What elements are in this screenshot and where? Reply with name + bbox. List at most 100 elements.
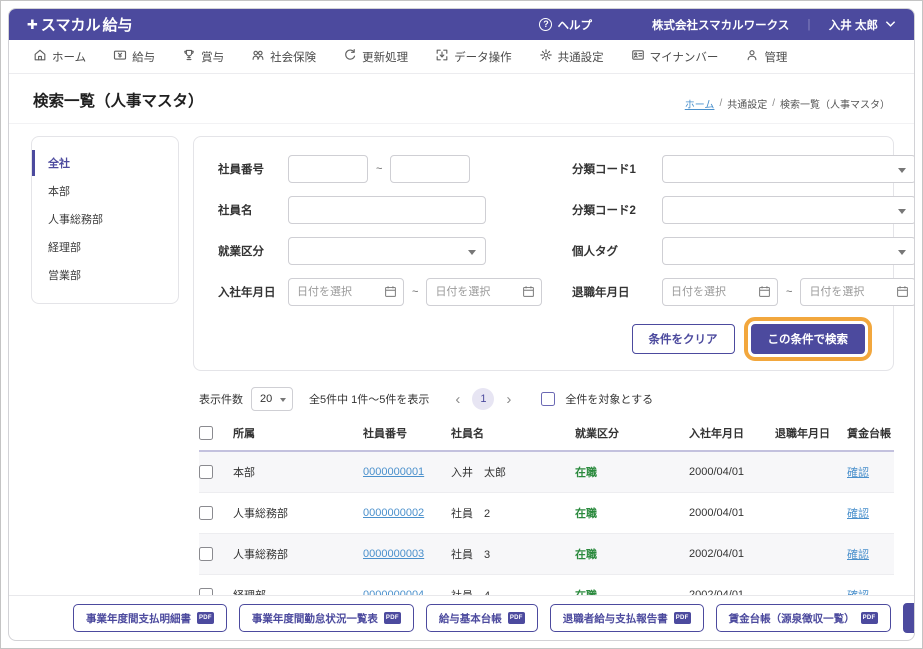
- retiree-payment-report-button[interactable]: 退職者給与支払報告書 PDF: [550, 604, 704, 632]
- wage-ledger-confirm-link[interactable]: 確認: [847, 505, 894, 521]
- main-panel: 社員番号 ~ 分類コード1 社員名 分類コード2: [193, 136, 894, 595]
- button-label: 退職者給与支払報告書: [563, 611, 668, 626]
- employee-number-link[interactable]: 0000000001: [363, 466, 451, 478]
- nav-item-payroll[interactable]: 給与: [113, 48, 155, 65]
- hire-date-to-input[interactable]: [426, 278, 542, 306]
- wage-ledger-confirm-link[interactable]: 確認: [847, 464, 894, 480]
- cell-employee-name: 社員 4: [451, 587, 575, 595]
- payroll-icon: [113, 48, 127, 65]
- button-label: 事業年度間勤怠状況一覧表: [252, 611, 378, 626]
- sidebar-item-headquarters[interactable]: 本部: [32, 178, 178, 204]
- status-badge: 在職: [575, 505, 689, 521]
- employment-type-label: 就業区分: [218, 243, 282, 259]
- pdf-icon: PDF: [197, 612, 214, 624]
- page-size-label: 表示件数: [199, 391, 243, 407]
- fiscal-year-payment-statement-button[interactable]: 事業年度間支払明細書 PDF: [73, 604, 227, 632]
- nav-item-common-settings[interactable]: 共通設定: [539, 48, 604, 65]
- breadcrumb-home-link[interactable]: ホーム: [685, 96, 715, 111]
- table-row: 人事総務部 0000000002 社員 2 在職 2000/04/01 確認: [199, 493, 894, 534]
- pdf-icon: PDF: [508, 612, 525, 624]
- hire-date-label: 入社年月日: [218, 284, 282, 300]
- personal-tag-select[interactable]: [662, 237, 914, 265]
- pdf-icon: PDF: [674, 612, 691, 624]
- logo-brand-text: スマカル: [41, 14, 101, 35]
- caret-down-icon: [280, 398, 286, 402]
- status-badge: 在職: [575, 587, 689, 595]
- update-refresh-icon: [343, 48, 357, 65]
- breadcrumb: ホーム / 共通設定 / 検索一覧（人事マスタ）: [685, 96, 890, 111]
- user-menu[interactable]: 入井 太郎: [829, 17, 896, 33]
- nav-item-mynumber[interactable]: マイナンバー: [631, 48, 719, 65]
- clear-conditions-button[interactable]: 条件をクリア: [632, 324, 735, 354]
- cell-hire-date: 2000/04/01: [689, 466, 775, 478]
- payroll-basic-ledger-button[interactable]: 給与基本台帳 PDF: [426, 604, 538, 632]
- select-all-rows-checkbox[interactable]: [199, 426, 213, 440]
- social-insurance-people-icon: [251, 48, 265, 65]
- wage-ledger-withholding-list-button[interactable]: 賃金台帳（源泉徴収一覧） PDF: [716, 604, 891, 632]
- nav-label: 更新処理: [362, 49, 408, 65]
- row-checkbox[interactable]: [199, 465, 213, 479]
- fiscal-year-attendance-list-button[interactable]: 事業年度間勤怠状況一覧表 PDF: [239, 604, 414, 632]
- page-size-select[interactable]: 20: [251, 387, 293, 411]
- retire-date-from-input[interactable]: [662, 278, 778, 306]
- sidebar-item-all-company[interactable]: 全社: [32, 150, 178, 176]
- bonus-trophy-icon: [182, 48, 196, 65]
- row-checkbox[interactable]: [199, 506, 213, 520]
- nav-item-update[interactable]: 更新処理: [343, 48, 408, 65]
- retire-date-to-input[interactable]: [800, 278, 914, 306]
- form-buttons: 条件をクリア この条件で検索: [218, 324, 871, 354]
- employee-name-input[interactable]: [288, 196, 486, 224]
- caret-down-icon: [898, 168, 906, 173]
- cell-department: 経理部: [233, 587, 363, 595]
- page-number[interactable]: 1: [472, 388, 494, 410]
- screenshot-frame: ✚スマカル給与 ? ヘルプ 株式会社スマカルワークス ｜ 入井 太郎 ホーム 給…: [0, 0, 923, 649]
- range-separator: ~: [376, 163, 382, 175]
- sidebar-item-hr-general-affairs[interactable]: 人事総務部: [32, 206, 178, 232]
- employee-number-from-input[interactable]: [288, 155, 368, 183]
- sidebar-item-sales[interactable]: 営業部: [32, 262, 178, 288]
- wage-ledger-confirm-link[interactable]: 確認: [847, 546, 894, 562]
- search-button[interactable]: この条件で検索: [751, 324, 866, 354]
- nav-item-data-operations[interactable]: データ操作: [435, 48, 512, 65]
- next-page-icon[interactable]: ›: [506, 392, 511, 407]
- col-department: 所属: [233, 425, 363, 441]
- footer-action-bar: 事業年度間支払明細書 PDF 事業年度間勤怠状況一覧表 PDF 給与基本台帳 P…: [9, 595, 914, 640]
- col-employee-name: 社員名: [451, 425, 575, 441]
- breadcrumb-separator: /: [772, 98, 775, 109]
- employee-number-link[interactable]: 0000000002: [363, 507, 451, 519]
- nav-item-home[interactable]: ホーム: [33, 48, 86, 65]
- prev-page-icon[interactable]: ‹: [455, 392, 460, 407]
- help-label: ヘルプ: [557, 17, 592, 33]
- new-registration-button[interactable]: 新規登録: [903, 603, 915, 633]
- logo-plus-icon: ✚: [27, 17, 38, 33]
- search-form-card: 社員番号 ~ 分類コード1 社員名 分類コード2: [193, 136, 894, 371]
- wage-ledger-confirm-link[interactable]: 確認: [847, 587, 894, 595]
- status-badge: 在職: [575, 464, 689, 480]
- category-code1-label: 分類コード1: [572, 161, 656, 177]
- nav-item-admin[interactable]: 管理: [745, 48, 787, 65]
- top-header: ✚スマカル給与 ? ヘルプ 株式会社スマカルワークス ｜ 入井 太郎: [9, 9, 914, 40]
- employee-number-to-input[interactable]: [390, 155, 470, 183]
- employment-type-select[interactable]: [288, 237, 486, 265]
- row-checkbox[interactable]: [199, 588, 213, 595]
- content-area: 全社 本部 人事総務部 経理部 営業部 社員番号 ~ 分類コード1: [9, 124, 914, 595]
- range-separator: ~: [412, 286, 418, 298]
- company-name: 株式会社スマカルワークス: [652, 17, 789, 33]
- nav-item-bonus[interactable]: 賞与: [182, 48, 224, 65]
- category-code2-select[interactable]: [662, 196, 914, 224]
- retire-date-label: 退職年月日: [572, 284, 656, 300]
- nav-item-social-insurance[interactable]: 社会保険: [251, 48, 316, 65]
- app-logo[interactable]: ✚スマカル給与: [27, 14, 132, 35]
- caret-down-icon: [898, 209, 906, 214]
- row-checkbox[interactable]: [199, 547, 213, 561]
- select-all-records-checkbox[interactable]: [541, 392, 555, 406]
- employee-number-link[interactable]: 0000000003: [363, 548, 451, 560]
- category-code1-select[interactable]: [662, 155, 914, 183]
- help-button[interactable]: ? ヘルプ: [539, 17, 592, 33]
- hire-date-from-input[interactable]: [288, 278, 404, 306]
- results-summary: 全5件中 1件～5件を表示: [309, 391, 429, 407]
- nav-label: マイナンバー: [650, 49, 719, 65]
- sidebar-item-accounting[interactable]: 経理部: [32, 234, 178, 260]
- nav-label: データ操作: [454, 49, 512, 65]
- user-name: 入井 太郎: [829, 17, 878, 33]
